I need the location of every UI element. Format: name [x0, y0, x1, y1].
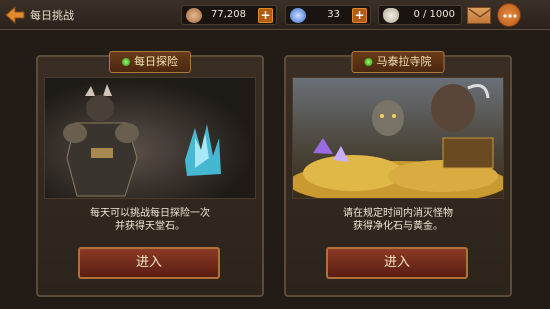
- top-bar: 每日挑战 77,208 + 33 + 0 / 1000: [0, 0, 550, 30]
- matella-temple-artwork: [292, 77, 504, 199]
- mail-icon[interactable]: [467, 7, 492, 24]
- chat-icon[interactable]: [497, 3, 521, 27]
- treasure-monsters-image: [293, 84, 503, 198]
- stamina-resource: 0 / 1000: [378, 5, 462, 25]
- matella-temple-enter-button[interactable]: 进入: [326, 247, 468, 279]
- add-wood-button[interactable]: +: [258, 8, 273, 23]
- matella-temple-panel: 马泰拉寺院 请在规定时间内消灭怪物 获得净化石与黄金。 进入: [284, 51, 512, 297]
- armored-warrior-image: [63, 84, 221, 197]
- daily-adventure-title: 每日探险: [134, 55, 178, 68]
- matella-temple-description: 请在规定时间内消灭怪物 获得净化石与黄金。: [286, 207, 510, 233]
- wood-value: 77,208: [211, 9, 246, 20]
- stamina-value: 0 / 1000: [413, 9, 455, 20]
- blue-gem-icon: [290, 8, 306, 23]
- desc-line-2: 获得净化石与黄金。: [353, 221, 443, 232]
- stamina-flask-icon: [383, 8, 399, 23]
- green-gem-icon: [364, 58, 373, 66]
- wood-resource: 77,208 +: [181, 5, 277, 25]
- page-title: 每日挑战: [30, 9, 74, 22]
- daily-adventure-description: 每天可以挑战每日探险一次 并获得天堂石。: [38, 207, 262, 233]
- desc-line-2: 并获得天堂石。: [115, 221, 185, 232]
- wood-icon: [186, 8, 202, 23]
- matella-temple-title: 马泰拉寺院: [376, 55, 432, 68]
- gem-resource: 33 +: [285, 5, 371, 25]
- daily-adventure-artwork: [44, 77, 256, 199]
- back-arrow-icon[interactable]: [4, 5, 26, 25]
- gem-value: 33: [327, 9, 340, 20]
- daily-adventure-enter-button[interactable]: 进入: [78, 247, 220, 279]
- add-gem-button[interactable]: +: [352, 8, 367, 23]
- matella-temple-header: 马泰拉寺院: [351, 51, 445, 73]
- green-gem-icon: [122, 58, 130, 66]
- desc-line-1: 每天可以挑战每日探险一次: [90, 208, 210, 219]
- daily-adventure-panel: 每日探险 每天可以挑战每日探险一次 并获得天堂石。 进入: [36, 51, 264, 297]
- daily-adventure-header: 每日探险: [109, 51, 191, 73]
- desc-line-1: 请在规定时间内消灭怪物: [343, 208, 453, 219]
